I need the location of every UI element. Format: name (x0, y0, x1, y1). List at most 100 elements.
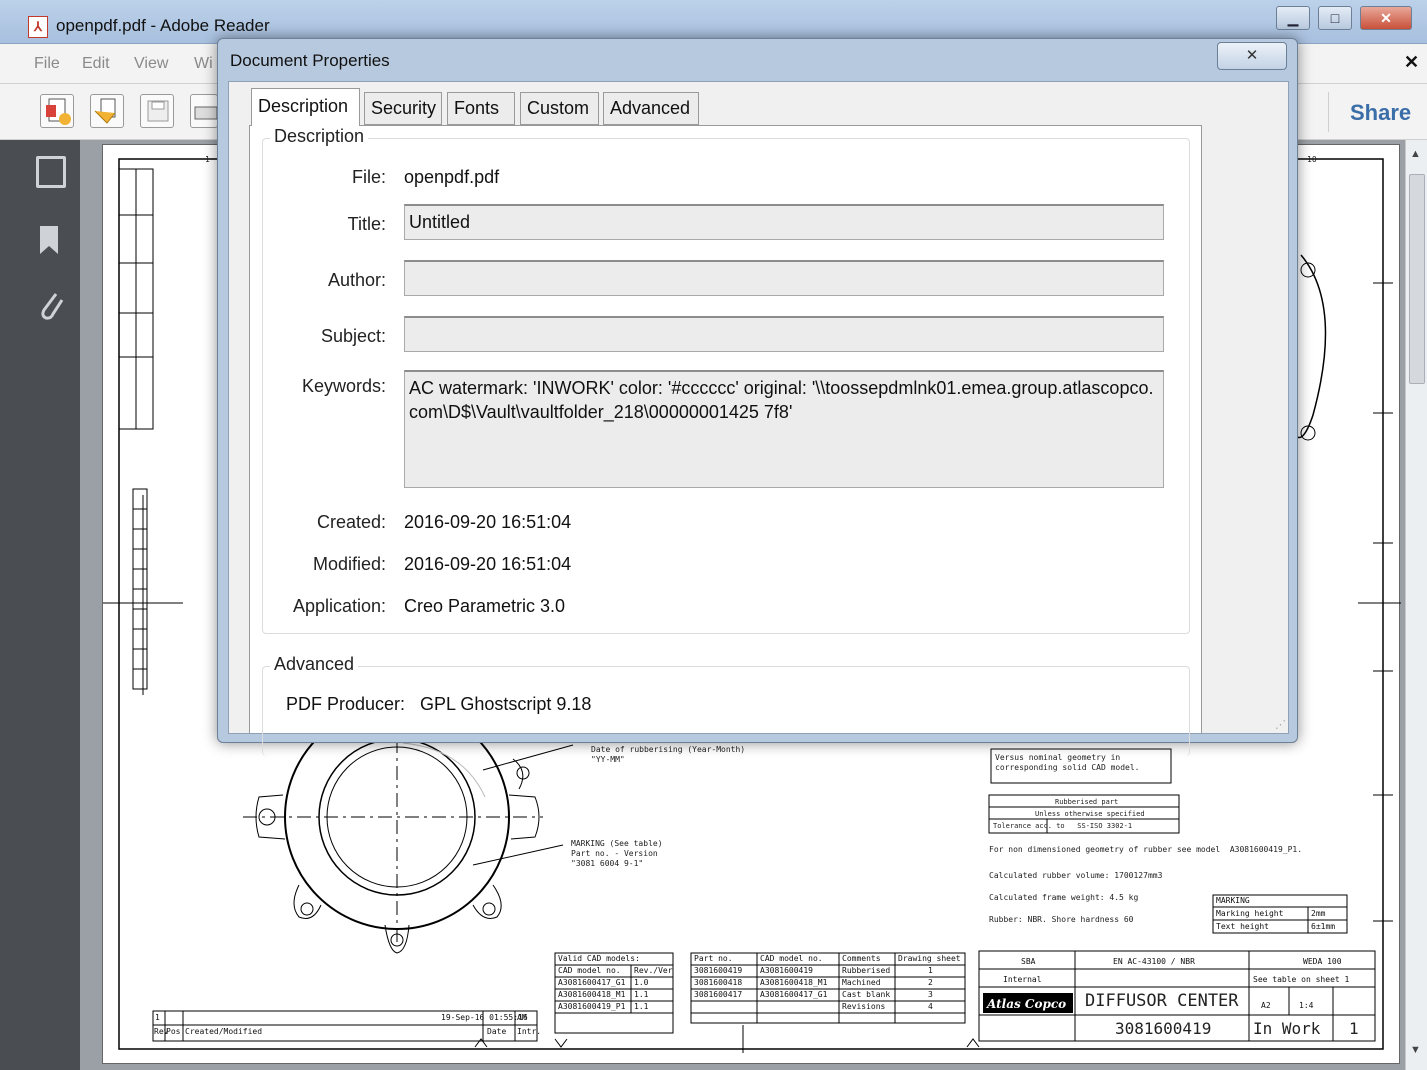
marking-table-title: MARKING (1216, 896, 1250, 905)
bookmarks-icon[interactable] (36, 224, 66, 256)
share-button[interactable]: Share (1350, 100, 1411, 126)
cad-models-cell: 1.1 (634, 1002, 649, 1011)
marking-table-cell: Text height (1216, 922, 1269, 931)
advanced-group-label: Advanced (270, 654, 359, 675)
file-label: File: (351, 167, 386, 187)
document-properties-dialog: Document Properties ✕ Description Securi… (217, 38, 1298, 756)
parts-header: Comments (842, 954, 881, 963)
parts-cell: 3081600417 (694, 990, 743, 999)
drawing-number: 3081600419 (1115, 1019, 1212, 1038)
parts-cell: Rubberised (842, 966, 891, 975)
menu-file[interactable]: File (34, 55, 60, 73)
description-tab-panel: Description File: openpdf.pdf Title: Unt… (249, 125, 1202, 756)
atlas-copco-logo: Atlas Copco (987, 997, 1067, 1011)
create-pdf-icon[interactable] (40, 94, 74, 128)
vertical-scrollbar[interactable]: ▲ ▼ (1405, 140, 1427, 1070)
tab-fonts[interactable]: Fonts (447, 92, 515, 125)
drawing-sheet: 1 (1349, 1019, 1359, 1038)
close-window-button[interactable]: ✕ (1360, 6, 1412, 30)
title-block-standard: WEDA 100 (1303, 957, 1342, 966)
save-icon[interactable] (140, 94, 174, 128)
parts-header: Drawing sheet (898, 954, 961, 963)
minimize-button[interactable]: ▁ (1276, 6, 1310, 30)
parts-cell: Revisions (842, 1002, 886, 1011)
title-field[interactable]: Untitled (404, 204, 1164, 240)
cad-models-cell: A3081600419_P1 (558, 1002, 626, 1011)
description-group-label: Description (270, 126, 369, 147)
cad-models-col: CAD model no. (558, 966, 621, 975)
scroll-up-icon[interactable]: ▲ (1410, 148, 1421, 160)
parts-cell: A3081600419 (760, 966, 813, 975)
cad-models-cell: 1.0 (634, 978, 649, 987)
marking-table-cell: 2mm (1311, 909, 1326, 918)
cad-models-header: Valid CAD models: (558, 954, 640, 963)
print-icon[interactable] (190, 94, 218, 128)
parts-cell: 3081600419 (694, 966, 743, 975)
title-block-confidentiality: Internal (1003, 975, 1042, 984)
ruler-number-10: 10 (1307, 155, 1317, 164)
scroll-thumb[interactable] (1409, 174, 1425, 384)
open-file-icon[interactable] (90, 94, 124, 128)
menu-edit[interactable]: Edit (82, 55, 110, 73)
rev-label: Date (487, 1027, 507, 1036)
keywords-label: Keywords: (301, 376, 386, 396)
tolerance-label: Tolerance acc. to SS-ISO 3302-1 (993, 822, 1133, 830)
marking-table-cell: Marking height (1216, 909, 1284, 918)
scroll-down-icon[interactable]: ▼ (1410, 1044, 1421, 1056)
parts-header: CAD model no. (760, 954, 823, 963)
title-block-size: A2 (1261, 1001, 1271, 1010)
dialog-close-button[interactable]: ✕ (1217, 42, 1287, 70)
dialog-title: Document Properties (230, 51, 390, 70)
tab-security[interactable]: Security (364, 92, 442, 125)
versus-note: Versus nominal geometry in corresponding… (995, 753, 1140, 772)
title-block-scale: 1:4 (1299, 1001, 1314, 1010)
file-value: openpdf.pdf (404, 167, 500, 187)
cad-models-cell: A3081600418_M1 (558, 990, 626, 999)
attachments-icon[interactable] (36, 288, 66, 320)
pdf-producer-value: GPL Ghostscript 9.18 (420, 694, 592, 714)
unless-label: Unless otherwise specified (1035, 810, 1145, 818)
ruler-number-1: 1 (205, 155, 210, 164)
modified-label: Modified: (312, 554, 386, 574)
title-block-material: EN AC-43100 / NBR (1113, 957, 1195, 966)
parts-cell: A3081600418_M1 (760, 978, 828, 987)
application-label: Application: (292, 596, 386, 616)
subject-label: Subject: (320, 326, 386, 346)
rev-date: 19-Sep-16 01:55:16 (441, 1013, 528, 1022)
menu-view[interactable]: View (134, 55, 168, 73)
title-block-company: SBA (1021, 957, 1036, 966)
rubber-note: Rubber: NBR. Shore hardness 60 (989, 915, 1134, 924)
parts-cell: 2 (928, 978, 933, 987)
close-document-icon[interactable]: ✕ (1404, 52, 1419, 73)
tab-description[interactable]: Description (251, 88, 360, 126)
parts-header: Part no. (694, 954, 733, 963)
parts-cell: 1 (928, 966, 933, 975)
rev-label: Intr. (517, 1027, 542, 1036)
tab-advanced[interactable]: Advanced (603, 92, 699, 125)
window-title: openpdf.pdf - Adobe Reader (56, 16, 270, 35)
parts-cell: 3 (928, 990, 933, 999)
maximize-button[interactable]: □ (1318, 6, 1352, 30)
cad-models-cell: 1.1 (634, 990, 649, 999)
menu-window[interactable]: Wi (194, 55, 213, 73)
cad-models-col: Rev./Ver (634, 966, 673, 975)
author-field[interactable] (404, 260, 1164, 296)
modified-value: 2016-09-20 16:51:04 (404, 554, 572, 574)
created-value: 2016-09-20 16:51:04 (404, 512, 572, 532)
resize-grip-icon[interactable]: ⋰ (1275, 718, 1286, 731)
tab-custom[interactable]: Custom (520, 92, 599, 125)
keywords-field[interactable]: AC watermark: 'INWORK' color: '#cccccc' … (404, 370, 1164, 488)
non-dim-note: For non dimensioned geometry of rubber s… (989, 845, 1303, 854)
navigation-pane (0, 140, 80, 1070)
parts-cell: 3081600418 (694, 978, 743, 987)
toolbar-separator (1328, 92, 1329, 132)
application-value: Creo Parametric 3.0 (404, 596, 566, 616)
page-thumbnails-icon[interactable] (36, 156, 66, 188)
parts-cell: Cast blank (842, 990, 891, 999)
title-label: Title: (347, 214, 386, 234)
title-block-scale-note: See table on sheet 1 (1253, 975, 1350, 984)
pdf-app-icon: ⅄ (28, 16, 48, 38)
pdf-producer-label: PDF Producer: (286, 694, 406, 714)
parts-cell: A3081600417_G1 (760, 990, 828, 999)
subject-field[interactable] (404, 316, 1164, 352)
